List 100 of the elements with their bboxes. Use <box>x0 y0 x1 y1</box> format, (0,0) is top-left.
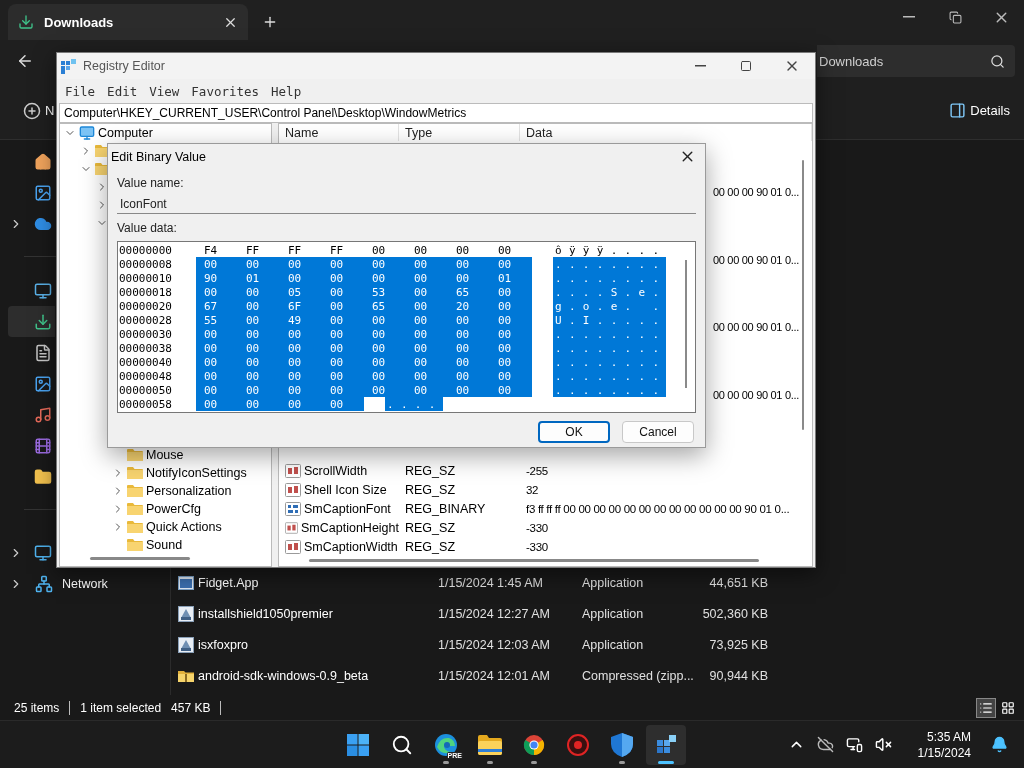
ascii-text: ôÿÿÿ.... <box>554 243 667 257</box>
file-date: 1/15/2024 12:27 AM <box>438 606 551 621</box>
document-icon <box>34 343 53 362</box>
string-value-icon <box>285 520 299 535</box>
string-value-icon <box>285 463 301 478</box>
application-icon <box>178 575 194 590</box>
menu-item[interactable]: Favorites <box>185 83 266 99</box>
hex-bytes: 55 00 49 00 00 00 00 00 <box>196 313 532 327</box>
file-name: android-sdk-windows-0.9_beta <box>198 668 370 683</box>
minimize-icon <box>694 65 706 67</box>
ascii-text: ........ <box>553 257 667 271</box>
ascii-text: ........ <box>553 355 667 369</box>
folder-icon <box>127 538 143 552</box>
offset-label: 00000040 <box>119 355 173 369</box>
nav-item[interactable] <box>8 306 55 337</box>
speaker-muted-icon[interactable] <box>874 736 892 753</box>
ascii-text: U.I..... <box>553 313 667 327</box>
nav-item[interactable]: Network <box>8 568 116 599</box>
hex-bytes: 00 00 00 00 <box>196 397 364 411</box>
hex-bytes: 00 00 00 00 00 00 00 00 <box>196 341 532 355</box>
value-type: REG_SZ <box>404 482 456 497</box>
column-header[interactable]: Type <box>399 124 520 141</box>
folder-icon <box>127 520 143 534</box>
details-button[interactable]: Details <box>947 100 1012 121</box>
registry-icon <box>61 58 76 74</box>
ok-button[interactable]: OK <box>538 421 610 443</box>
item-count: 25 items <box>14 700 60 715</box>
plus-circle-icon <box>23 101 41 120</box>
download-icon <box>18 14 34 30</box>
hex-bytes: 00 00 00 00 00 00 00 00 <box>196 355 532 369</box>
column-header[interactable]: Name <box>279 124 399 141</box>
windows-logo-icon <box>347 733 369 756</box>
tree-item[interactable]: Sound <box>60 536 271 554</box>
offset-label: 00000000 <box>119 243 173 257</box>
network-icon <box>35 574 53 593</box>
ascii-text: ....S.e. <box>553 285 667 299</box>
cloud-off-icon[interactable] <box>816 736 834 753</box>
file-size: 73,925 KB <box>708 637 768 652</box>
tree-item[interactable]: PowerCfg <box>60 500 271 518</box>
file-size: 44,651 KB <box>708 575 768 590</box>
value-data: -255 <box>525 464 549 477</box>
file-type: Application <box>582 606 645 621</box>
column-header[interactable]: Data <box>520 124 812 141</box>
cancel-button[interactable]: Cancel <box>622 421 694 443</box>
address-bar[interactable]: Computer\HKEY_CURRENT_USER\Control Panel\Desktop\WindowMetrics <box>59 103 813 123</box>
value-name-label: Value name: <box>117 176 185 192</box>
menu-item[interactable]: View <box>143 83 186 99</box>
explorer-tab[interactable]: Downloads <box>8 4 248 40</box>
folder-icon <box>34 467 53 486</box>
taskbar-button[interactable] <box>646 724 686 765</box>
offset-label: 00000008 <box>119 257 173 271</box>
value-type: REG_SZ <box>404 539 456 554</box>
hex-bytes: 00 00 05 00 53 00 65 00 <box>196 285 532 299</box>
tree-item[interactable]: Personalization <box>60 482 271 500</box>
new-button[interactable]: N <box>21 99 57 122</box>
hex-bytes: 00 00 00 00 00 00 00 00 <box>196 257 532 271</box>
file-size: 90,944 KB <box>708 668 768 683</box>
value-data: -330 <box>525 540 549 553</box>
string-value-icon <box>285 539 301 554</box>
offset-label: 00000030 <box>119 327 173 341</box>
offset-label: 00000018 <box>119 285 173 299</box>
monitor-icon[interactable] <box>845 736 863 753</box>
notification-bell-icon[interactable] <box>991 736 1008 753</box>
folder-icon <box>127 466 143 480</box>
offset-label: 00000048 <box>119 369 173 383</box>
value-data: 00 00 00 90 01 0... <box>712 253 799 266</box>
ascii-text: g.o.e. . <box>553 299 667 313</box>
file-name: isxfoxpro <box>198 637 250 652</box>
search-field[interactable]: Downloads <box>817 45 1015 77</box>
tree-item[interactable]: Quick Actions <box>60 518 271 536</box>
hex-editor[interactable] <box>117 241 696 413</box>
video-icon <box>34 436 53 455</box>
restore-icon <box>948 10 962 24</box>
value-data: f3 ff ff ff 00 00 00 00 00 00 00 00 00 00 00 00 90 01 0... <box>525 502 791 515</box>
menu-item[interactable]: File <box>59 83 102 99</box>
file-date: 1/15/2024 12:03 AM <box>438 637 551 652</box>
computer-icon <box>79 125 95 141</box>
hex-bytes: 00 00 00 00 00 00 00 00 <box>196 327 532 341</box>
home-icon <box>34 152 53 171</box>
menu-item[interactable]: Help <box>265 83 308 99</box>
folder-icon <box>478 734 502 755</box>
gallery-icon <box>34 183 53 202</box>
grid-icon <box>1001 700 1015 715</box>
shield-icon <box>611 732 633 757</box>
minimize-icon <box>903 16 915 18</box>
tree-item[interactable]: NotifyIconSettings <box>60 464 271 482</box>
value-type: REG_BINARY <box>404 501 487 516</box>
tree-item[interactable]: Computer <box>60 124 271 142</box>
offset-label: 00000058 <box>119 397 173 411</box>
value-name: Shell Icon Size <box>304 482 387 497</box>
details-view-button[interactable] <box>976 697 996 718</box>
tree-item[interactable]: Mouse <box>60 446 271 464</box>
menu-item[interactable]: Edit <box>101 83 144 99</box>
plus-icon <box>262 14 278 30</box>
ascii-text: ........ <box>553 341 667 355</box>
installer-icon <box>178 636 194 653</box>
target-icon <box>567 733 589 756</box>
hex-bytes: 00 00 00 00 00 00 00 00 <box>196 383 532 397</box>
file-type: Application <box>582 637 645 652</box>
clock[interactable]: 5:35 AM 1/15/2024 <box>917 728 971 761</box>
